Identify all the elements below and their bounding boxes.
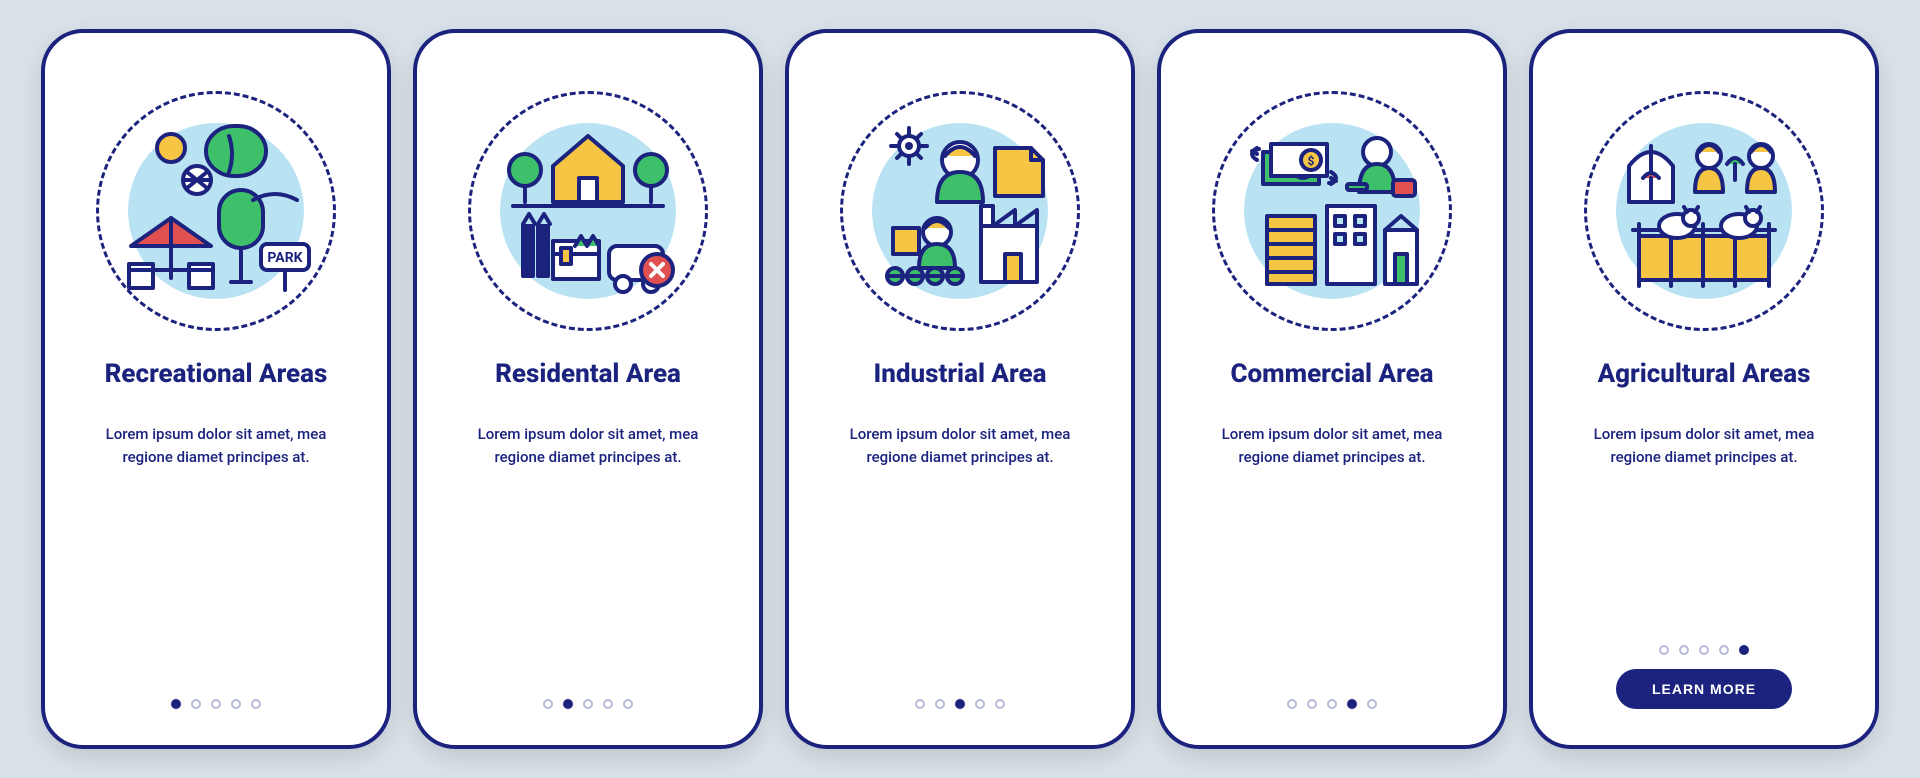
dot-3[interactable] xyxy=(583,699,593,709)
dot-3[interactable] xyxy=(1699,645,1709,655)
pagination-dots xyxy=(1287,699,1377,709)
svg-text:$: $ xyxy=(1308,154,1315,168)
dot-4[interactable] xyxy=(975,699,985,709)
screen-title: Residental Area xyxy=(495,359,681,389)
bottom-controls xyxy=(543,699,633,709)
screen-description: Lorem ipsum dolor sit amet, mea regione … xyxy=(817,423,1103,470)
screen-title: Industrial Area xyxy=(874,359,1047,389)
dot-2[interactable] xyxy=(935,699,945,709)
svg-text:PARK: PARK xyxy=(267,250,302,266)
dot-1[interactable] xyxy=(171,699,181,709)
dot-2[interactable] xyxy=(191,699,201,709)
dot-1[interactable] xyxy=(543,699,553,709)
learn-more-button[interactable]: LEARN MORE xyxy=(1616,669,1792,709)
bottom-controls xyxy=(1287,699,1377,709)
screen-description: Lorem ipsum dolor sit amet, mea regione … xyxy=(1561,423,1847,470)
bottom-controls: LEARN MORE xyxy=(1616,645,1792,709)
dot-4[interactable] xyxy=(1719,645,1729,655)
illustration-container: PARK xyxy=(96,91,336,331)
onboarding-screen-commercial: $ $ xyxy=(1157,29,1507,749)
screen-description: Lorem ipsum dolor sit amet, mea regione … xyxy=(1189,423,1475,470)
onboarding-screen-agricultural: Agricultural Areas Lorem ipsum dolor sit… xyxy=(1529,29,1879,749)
dot-4[interactable] xyxy=(1347,699,1357,709)
dot-2[interactable] xyxy=(1307,699,1317,709)
dot-3[interactable] xyxy=(955,699,965,709)
pagination-dots xyxy=(1659,645,1749,655)
dot-5[interactable] xyxy=(995,699,1005,709)
dot-5[interactable] xyxy=(251,699,261,709)
pagination-dots xyxy=(171,699,261,709)
illustration-container xyxy=(840,91,1080,331)
bottom-controls xyxy=(915,699,1005,709)
screen-title: Agricultural Areas xyxy=(1598,359,1811,389)
dot-5[interactable] xyxy=(1367,699,1377,709)
dot-3[interactable] xyxy=(211,699,221,709)
commercial-icon: $ $ xyxy=(1227,106,1437,316)
screen-description: Lorem ipsum dolor sit amet, mea regione … xyxy=(445,423,731,470)
dot-1[interactable] xyxy=(915,699,925,709)
residential-icon xyxy=(483,106,693,316)
onboarding-screen-industrial: Industrial Area Lorem ipsum dolor sit am… xyxy=(785,29,1135,749)
pagination-dots xyxy=(543,699,633,709)
screen-title: Commercial Area xyxy=(1230,359,1433,389)
agricultural-icon xyxy=(1599,106,1809,316)
dot-1[interactable] xyxy=(1659,645,1669,655)
dot-4[interactable] xyxy=(603,699,613,709)
dot-2[interactable] xyxy=(563,699,573,709)
dot-1[interactable] xyxy=(1287,699,1297,709)
dot-5[interactable] xyxy=(1739,645,1749,655)
recreational-icon: PARK xyxy=(111,106,321,316)
screen-description: Lorem ipsum dolor sit amet, mea regione … xyxy=(73,423,359,470)
onboarding-screen-recreational: PARK Recreational Areas Lorem ipsum dolo… xyxy=(41,29,391,749)
pagination-dots xyxy=(915,699,1005,709)
dot-2[interactable] xyxy=(1679,645,1689,655)
dot-5[interactable] xyxy=(623,699,633,709)
illustration-container xyxy=(468,91,708,331)
illustration-container: $ $ xyxy=(1212,91,1452,331)
illustration-container xyxy=(1584,91,1824,331)
bottom-controls xyxy=(171,699,261,709)
screen-title: Recreational Areas xyxy=(105,359,328,389)
dot-3[interactable] xyxy=(1327,699,1337,709)
industrial-icon xyxy=(855,106,1065,316)
onboarding-screen-residential: Residental Area Lorem ipsum dolor sit am… xyxy=(413,29,763,749)
dot-4[interactable] xyxy=(231,699,241,709)
